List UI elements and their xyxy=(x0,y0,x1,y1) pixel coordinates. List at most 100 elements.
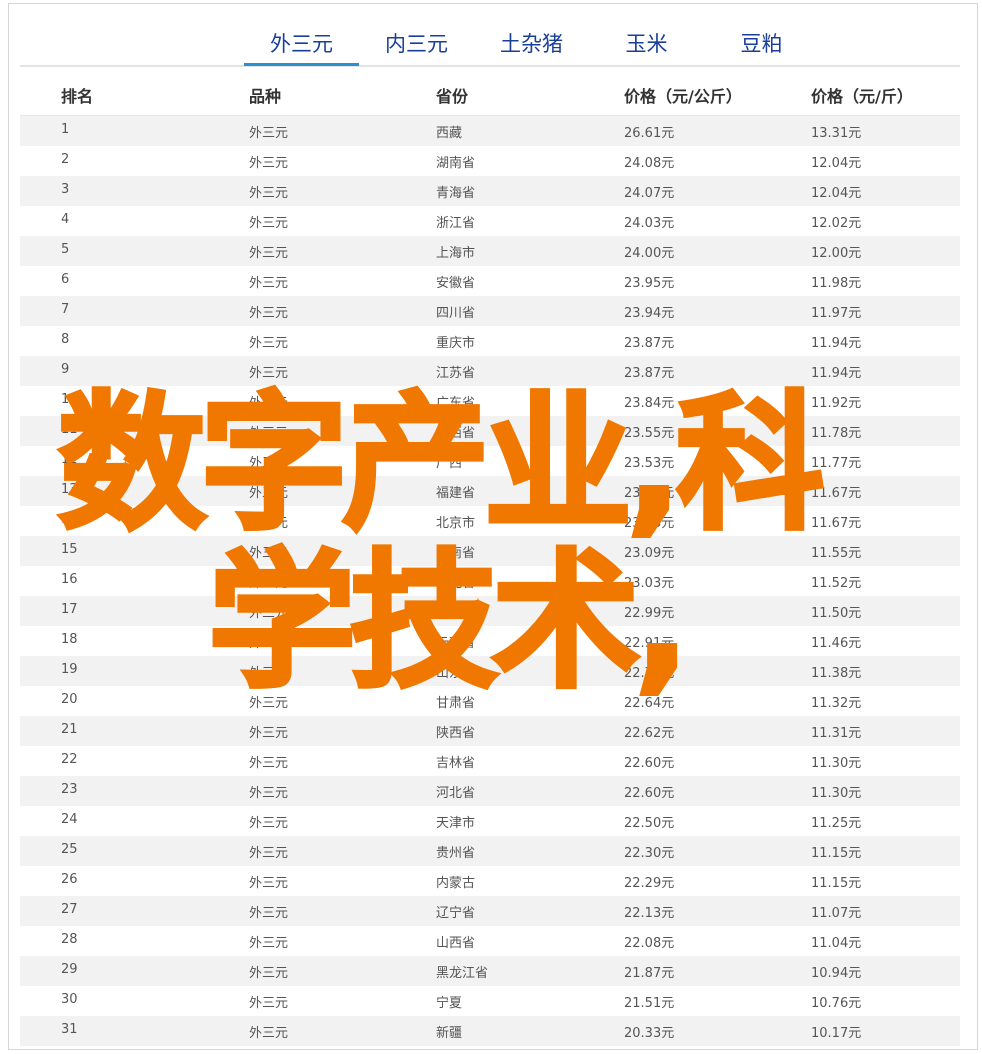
table-row: 2 外三元 湖南省 24.08元 12.04元 xyxy=(20,146,960,176)
cell-price-kg: 22.60元 xyxy=(624,756,675,771)
cell-variety: 外三元 xyxy=(249,246,289,261)
cell-price-jin: 11.67元 xyxy=(811,486,862,501)
cell-rank: 30 xyxy=(61,992,78,1007)
cell-variety: 外三元 xyxy=(249,576,289,591)
table-row: 21 外三元 陕西省 22.62元 11.31元 xyxy=(20,716,960,746)
header-variety: 品种 xyxy=(249,87,282,106)
cell-variety: 外三元 xyxy=(249,306,289,321)
cell-rank: 31 xyxy=(61,1022,78,1037)
header-price-jin: 价格（元/斤） xyxy=(811,87,913,106)
table-row: 22 外三元 吉林省 22.60元 11.30元 xyxy=(20,746,960,776)
table-row: 30 外三元 宁夏 21.51元 10.76元 xyxy=(20,986,960,1016)
cell-price-kg: 23.87元 xyxy=(624,366,675,381)
cell-variety: 外三元 xyxy=(249,336,289,351)
cell-price-jin: 12.04元 xyxy=(811,156,862,171)
header-rank: 排名 xyxy=(61,87,94,106)
cell-price-kg: 21.51元 xyxy=(624,996,675,1011)
cell-rank: 7 xyxy=(61,302,70,317)
cell-variety: 外三元 xyxy=(249,906,289,921)
table-row: 19 外三元 山东省 22.75元 11.38元 xyxy=(20,656,960,686)
table-row: 27 外三元 辽宁省 22.13元 11.07元 xyxy=(20,896,960,926)
cell-price-jin: 13.31元 xyxy=(811,126,862,141)
price-table: 排名 品种 省份 价格（元/公斤） 价格（元/斤） 1 外三元 西藏 26.61元 13… xyxy=(20,70,960,1046)
cell-price-kg: 24.07元 xyxy=(624,186,675,201)
cell-province: 四川省 xyxy=(436,306,476,321)
table-body: 1 外三元 西藏 26.61元 13.31元 2 外三元 湖南省 24.08元 12.04元 3 外三… xyxy=(20,116,960,1046)
cell-price-jin: 11.55元 xyxy=(811,546,862,561)
cell-price-kg: 24.08元 xyxy=(624,156,675,171)
cell-variety: 外三元 xyxy=(249,696,289,711)
tab-wai-san-yuan[interactable]: 外三元 xyxy=(244,28,359,66)
table-row: 3 外三元 青海省 24.07元 12.04元 xyxy=(20,176,960,206)
cell-province: 福建省 xyxy=(436,486,476,501)
cell-price-jin: 11.46元 xyxy=(811,636,862,651)
cell-province: 陕西省 xyxy=(436,726,476,741)
cell-price-jin: 11.30元 xyxy=(811,786,862,801)
cell-variety: 外三元 xyxy=(249,876,289,891)
tab-tu-za-zhu[interactable]: 土杂猪 xyxy=(474,28,589,66)
cell-rank: 27 xyxy=(61,902,78,917)
cell-province: 天津市 xyxy=(436,816,476,831)
cell-variety: 外三元 xyxy=(249,546,289,561)
cell-price-jin: 11.15元 xyxy=(811,876,862,891)
cell-province: 重庆市 xyxy=(436,336,476,351)
cell-rank: 20 xyxy=(61,692,78,707)
table-row: 8 外三元 重庆市 23.87元 11.94元 xyxy=(20,326,960,356)
cell-price-kg: 22.75元 xyxy=(624,666,675,681)
cell-province: 北京市 xyxy=(436,516,476,531)
cell-price-kg: 22.08元 xyxy=(624,936,675,951)
cell-rank: 10 xyxy=(61,392,78,407)
cell-price-jin: 11.92元 xyxy=(811,396,862,411)
cell-variety: 外三元 xyxy=(249,276,289,291)
cell-province: 海南省 xyxy=(436,546,476,561)
cell-variety: 外三元 xyxy=(249,456,289,471)
cell-rank: 5 xyxy=(61,242,70,257)
cell-province: 内蒙古 xyxy=(436,876,476,891)
cell-rank: 15 xyxy=(61,542,78,557)
cell-rank: 12 xyxy=(61,452,78,467)
cell-province: 山东省 xyxy=(436,666,476,681)
tabs-divider xyxy=(20,65,960,67)
cell-price-jin: 11.25元 xyxy=(811,816,862,831)
cell-price-kg: 23.03元 xyxy=(624,576,675,591)
tab-yu-mi[interactable]: 玉米 xyxy=(589,28,704,66)
cell-price-kg: 23.55元 xyxy=(624,426,675,441)
table-row: 10 外三元 广东省 23.84元 11.92元 xyxy=(20,386,960,416)
table-row: 24 外三元 天津市 22.50元 11.25元 xyxy=(20,806,960,836)
cell-price-jin: 11.78元 xyxy=(811,426,862,441)
cell-variety: 外三元 xyxy=(249,426,289,441)
table-row: 29 外三元 黑龙江省 21.87元 10.94元 xyxy=(20,956,960,986)
cell-price-jin: 11.38元 xyxy=(811,666,862,681)
cell-rank: 13 xyxy=(61,482,78,497)
cell-variety: 外三元 xyxy=(249,786,289,801)
cell-province: 江西省 xyxy=(436,426,476,441)
cell-province: 甘肃省 xyxy=(436,696,476,711)
cell-province: 青海省 xyxy=(436,186,476,201)
cell-rank: 6 xyxy=(61,272,70,287)
cell-rank: 14 xyxy=(61,512,78,527)
header-price-kg: 价格（元/公斤） xyxy=(624,87,742,106)
cell-price-kg: 22.50元 xyxy=(624,816,675,831)
cell-province: 安徽省 xyxy=(436,276,476,291)
cell-price-kg: 24.00元 xyxy=(624,246,675,261)
active-tab-indicator xyxy=(244,63,359,66)
cell-province: 山西省 xyxy=(436,936,476,951)
cell-price-kg: 22.30元 xyxy=(624,846,675,861)
cell-variety: 外三元 xyxy=(249,516,289,531)
cell-price-jin: 11.04元 xyxy=(811,936,862,951)
table-row: 7 外三元 四川省 23.94元 11.97元 xyxy=(20,296,960,326)
cell-variety: 外三元 xyxy=(249,1026,289,1041)
cell-price-kg: 23.09元 xyxy=(624,546,675,561)
tab-dou-po[interactable]: 豆粕 xyxy=(704,28,819,66)
cell-variety: 外三元 xyxy=(249,126,289,141)
cell-province: 吉林省 xyxy=(436,756,476,771)
cell-price-jin: 11.15元 xyxy=(811,846,862,861)
cell-variety: 外三元 xyxy=(249,816,289,831)
table-row: 9 外三元 江苏省 23.87元 11.94元 xyxy=(20,356,960,386)
cell-province: 辽宁省 xyxy=(436,906,476,921)
table-row: 12 外三元 广西 23.53元 11.77元 xyxy=(20,446,960,476)
cell-price-kg: 23.95元 xyxy=(624,276,675,291)
cell-price-kg: 24.03元 xyxy=(624,216,675,231)
tab-nei-san-yuan[interactable]: 内三元 xyxy=(359,28,474,66)
cell-price-kg: 23.53元 xyxy=(624,456,675,471)
